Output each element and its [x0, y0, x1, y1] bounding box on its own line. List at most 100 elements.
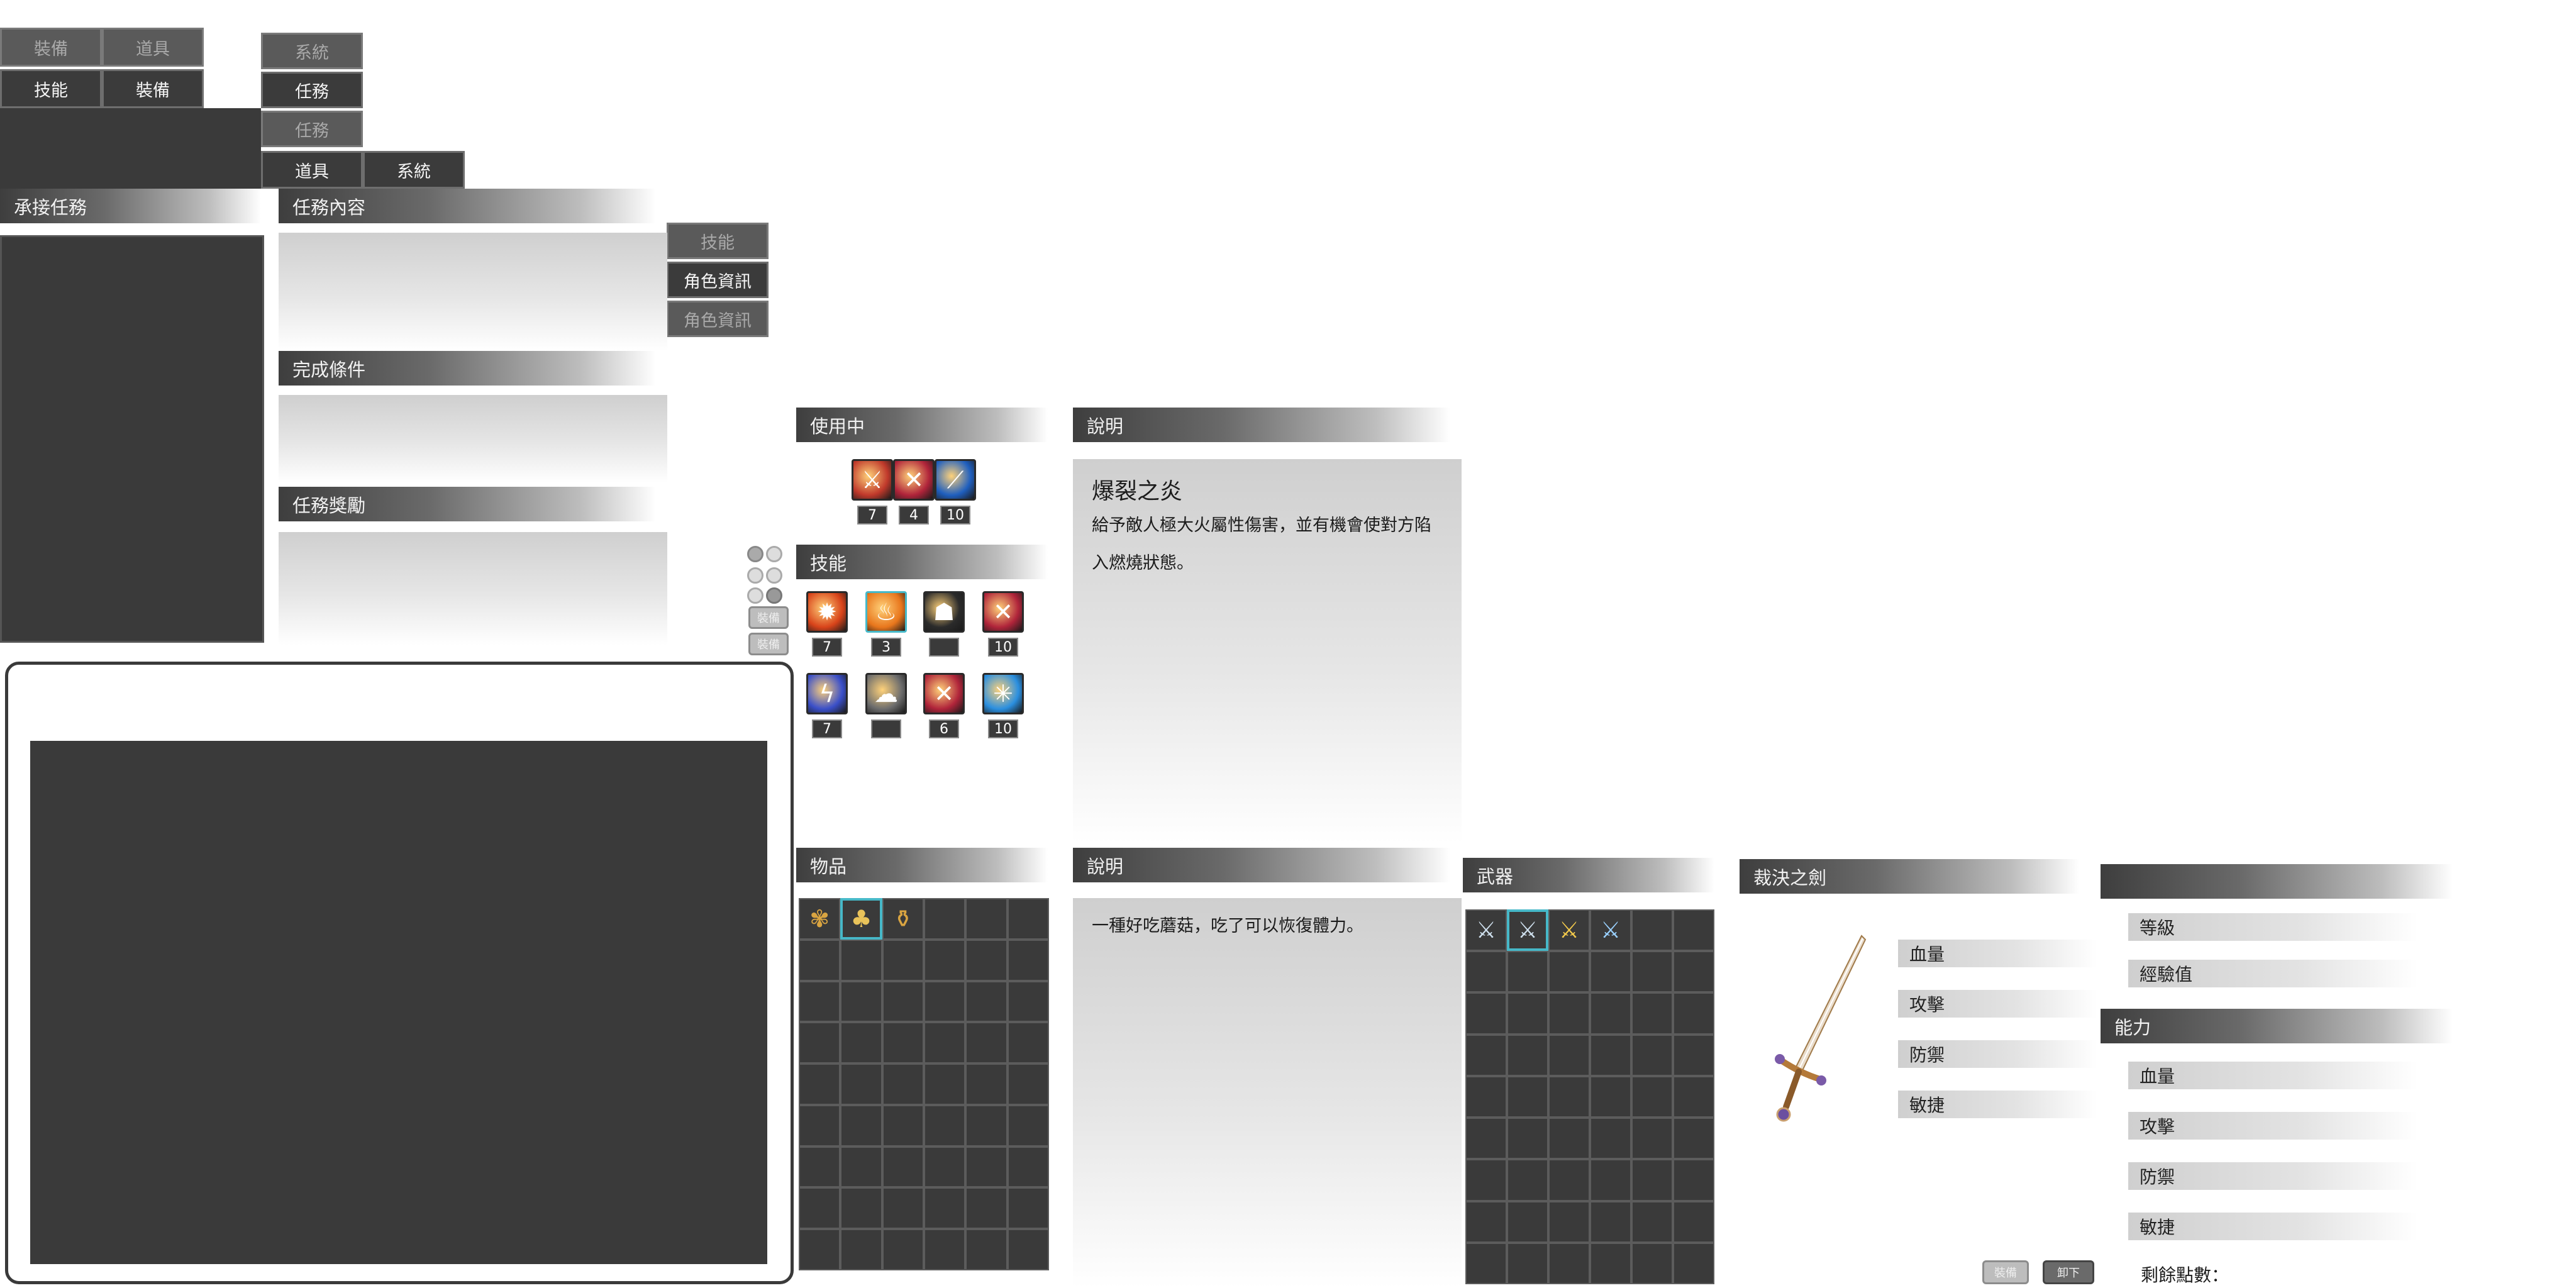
item-slot[interactable]	[840, 980, 882, 1023]
weapon-slot[interactable]	[1631, 992, 1673, 1035]
item-slot[interactable]	[799, 1063, 841, 1105]
item-slot[interactable]	[882, 1187, 924, 1230]
item-slot[interactable]	[965, 1229, 1008, 1270]
weapon-slot[interactable]	[1465, 1159, 1507, 1201]
smoke-icon[interactable]: ☁	[865, 673, 907, 714]
weapon-slot[interactable]	[1631, 1075, 1673, 1118]
circle-icon[interactable]	[766, 546, 782, 562]
item-slot[interactable]	[924, 1187, 966, 1230]
weapon-slot[interactable]	[1590, 992, 1631, 1035]
weapon-slot[interactable]	[1548, 1118, 1590, 1160]
weapon-slot[interactable]	[1673, 951, 1714, 993]
item-slot[interactable]	[965, 939, 1008, 981]
item-slot[interactable]	[840, 939, 882, 981]
weapon-slot[interactable]	[1673, 1075, 1714, 1118]
item-slot[interactable]	[965, 898, 1008, 940]
crossed-swords-icon[interactable]: ✕	[982, 591, 1024, 633]
weapon-slot[interactable]	[1590, 1075, 1631, 1118]
item-slot[interactable]	[924, 939, 966, 981]
weapon-slot[interactable]	[1631, 1118, 1673, 1160]
item-slot[interactable]	[924, 1104, 966, 1146]
weapon-slot[interactable]	[1507, 992, 1548, 1035]
item-slot[interactable]	[924, 898, 966, 940]
item-slot[interactable]	[882, 939, 924, 981]
unequip-button[interactable]: 卸下	[2043, 1260, 2094, 1284]
weapon-slot[interactable]	[1507, 1242, 1548, 1284]
item-slot[interactable]	[882, 1022, 924, 1064]
weapon-slot[interactable]	[1465, 1242, 1507, 1284]
circle-icon[interactable]	[747, 567, 763, 584]
weapon-slot[interactable]	[1673, 1159, 1714, 1201]
fireball-icon[interactable]: ✹	[806, 591, 848, 633]
tab-equipment[interactable]: 裝備	[102, 69, 204, 108]
weapon-slot[interactable]	[1590, 1034, 1631, 1076]
weapon-slot[interactable]	[1631, 1201, 1673, 1243]
tab-system-inactive[interactable]: 系統	[261, 33, 363, 69]
item-slot[interactable]	[1007, 1104, 1049, 1146]
plus-icon[interactable]	[747, 546, 763, 562]
weapon-slot[interactable]	[1465, 951, 1507, 993]
item-slot[interactable]	[799, 1229, 841, 1270]
item-slot[interactable]	[799, 1022, 841, 1064]
weapon-slot[interactable]	[1590, 1242, 1631, 1284]
weapon-slot[interactable]	[1548, 1159, 1590, 1201]
weapon-slot[interactable]	[1631, 909, 1673, 952]
item-slot[interactable]: ♣	[840, 898, 882, 940]
weapon-slot[interactable]	[1465, 1201, 1507, 1243]
item-slot[interactable]	[924, 980, 966, 1023]
item-slot[interactable]	[1007, 939, 1049, 981]
weapon-slot[interactable]	[1548, 1201, 1590, 1243]
weapon-slot[interactable]	[1548, 1075, 1590, 1118]
item-slot[interactable]	[1007, 1063, 1049, 1105]
weapon-slot[interactable]	[1507, 1118, 1548, 1160]
tab-quest[interactable]: 任務	[261, 72, 363, 108]
weapon-slot[interactable]	[1631, 951, 1673, 993]
weapon-slot[interactable]	[1673, 1201, 1714, 1243]
tab-skills-inactive[interactable]: 技能	[667, 223, 769, 259]
tab-character-info-inactive[interactable]: 角色資訊	[667, 301, 769, 337]
item-slot[interactable]	[799, 939, 841, 981]
item-slot[interactable]	[965, 1063, 1008, 1105]
weapon-slot[interactable]	[1507, 951, 1548, 993]
item-slot[interactable]	[882, 1229, 924, 1270]
item-slot[interactable]	[799, 980, 841, 1023]
item-slot[interactable]	[965, 1022, 1008, 1064]
weapon-slot[interactable]: ⚔	[1590, 909, 1631, 952]
side-equip-button-2[interactable]: 裝備	[748, 633, 789, 655]
item-slot[interactable]	[799, 1146, 841, 1188]
item-slot[interactable]	[1007, 1229, 1049, 1270]
equip-button[interactable]: 裝備	[1982, 1260, 2029, 1284]
item-slot[interactable]	[965, 1146, 1008, 1188]
item-slot[interactable]	[1007, 898, 1049, 940]
tab-items-inactive[interactable]: 道具	[102, 28, 204, 67]
shadow-beast-icon[interactable]: ☗	[923, 591, 965, 633]
weapon-slot[interactable]	[1590, 1201, 1631, 1243]
item-slot[interactable]	[924, 1229, 966, 1270]
accepted-quests-list[interactable]	[0, 235, 264, 643]
weapon-slot[interactable]	[1507, 1201, 1548, 1243]
item-slot[interactable]	[840, 1187, 882, 1230]
weapon-slot[interactable]	[1631, 1034, 1673, 1076]
item-slot[interactable]	[1007, 980, 1049, 1023]
weapon-slot[interactable]	[1631, 1159, 1673, 1201]
blue-slash-icon[interactable]: ⟋	[935, 459, 976, 501]
weapon-slot[interactable]	[1507, 1159, 1548, 1201]
weapon-slot[interactable]: ⚔	[1548, 909, 1590, 952]
tab-character-info[interactable]: 角色資訊	[667, 262, 769, 298]
item-slot[interactable]	[882, 980, 924, 1023]
weapon-slot[interactable]	[1673, 992, 1714, 1035]
item-slot[interactable]: ⚱	[882, 898, 924, 940]
tab-skills[interactable]: 技能	[0, 69, 102, 108]
item-slot[interactable]	[840, 1229, 882, 1270]
weapon-slot[interactable]	[1548, 951, 1590, 993]
item-slot[interactable]	[840, 1022, 882, 1064]
item-slot[interactable]	[882, 1063, 924, 1105]
weapon-slot[interactable]	[1465, 1118, 1507, 1160]
tab-system[interactable]: 系統	[363, 151, 465, 189]
item-slot[interactable]	[882, 1146, 924, 1188]
item-slot[interactable]	[965, 980, 1008, 1023]
item-slot[interactable]	[840, 1063, 882, 1105]
weapon-slot[interactable]	[1548, 1242, 1590, 1284]
circle-icon[interactable]	[766, 567, 782, 584]
weapon-slot[interactable]	[1590, 1118, 1631, 1160]
